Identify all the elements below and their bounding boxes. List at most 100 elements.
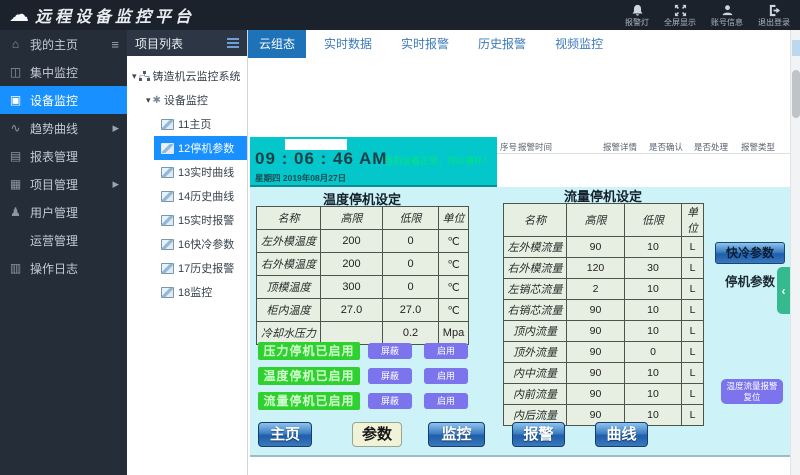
picture-icon bbox=[161, 143, 174, 154]
sidebar-item-operation-management[interactable]: 运营管理 bbox=[0, 226, 127, 254]
tree-item[interactable]: 17历史报警 bbox=[154, 256, 247, 280]
picture-icon bbox=[161, 287, 174, 298]
low-limit-cell[interactable]: 0 bbox=[625, 342, 682, 363]
unit-cell: L bbox=[682, 279, 704, 300]
low-limit-cell[interactable]: 30 bbox=[625, 258, 682, 279]
nav-params-button[interactable]: 参数 bbox=[352, 422, 402, 447]
tab-cloud-config[interactable]: 云组态 bbox=[248, 30, 306, 58]
mask-button[interactable]: 屏蔽 bbox=[368, 343, 412, 359]
arrow-right-icon: ▸ bbox=[112, 120, 119, 136]
param-name-cell: 顶内流量 bbox=[504, 321, 567, 342]
tab-realtime-alarm[interactable]: 实时报警 bbox=[390, 30, 460, 58]
tree-item-root[interactable]: ▾ 铸造机云监控系统 bbox=[127, 64, 247, 88]
tab-video-monitoring[interactable]: 视频监控 bbox=[544, 30, 614, 58]
high-limit-cell[interactable]: 90 bbox=[567, 300, 625, 321]
collapse-handle[interactable]: ‹ bbox=[777, 267, 790, 314]
high-limit-cell[interactable]: 300 bbox=[321, 276, 383, 299]
low-limit-cell[interactable]: 10 bbox=[625, 279, 682, 300]
sidebar-item-user-management[interactable]: ♟ 用户管理 bbox=[0, 198, 127, 226]
nav-alarm-button[interactable]: 报警 bbox=[512, 422, 565, 447]
main-content: 云组态 实时数据 实时报警 历史报警 视频监控 09 : 06 : 46 AM … bbox=[248, 30, 790, 475]
enable-button[interactable]: 启用 bbox=[424, 343, 468, 359]
low-limit-cell[interactable]: 27.0 bbox=[383, 299, 439, 322]
table-row: 顶模温度 300 0 ℃ bbox=[257, 276, 469, 299]
picture-icon bbox=[161, 263, 174, 274]
high-limit-cell[interactable]: 90 bbox=[567, 384, 625, 405]
project-tree: ▾ 铸造机云监控系统 ▾ ✱ 设备监控 11主页 12停机参数 13实时曲线 1… bbox=[127, 56, 247, 304]
shutdown-params-button[interactable]: 停机参数 bbox=[715, 272, 785, 292]
vertical-scrollbar[interactable] bbox=[790, 30, 800, 475]
param-name-cell: 顶外流量 bbox=[504, 342, 567, 363]
arrow-right-icon: ▸ bbox=[112, 176, 119, 192]
account-info-button[interactable]: 账号信息 bbox=[711, 4, 743, 27]
mask-button[interactable]: 屏蔽 bbox=[368, 393, 412, 409]
device-monitoring-icon: ▣ bbox=[8, 93, 23, 107]
quick-cool-params-button[interactable]: 快冷参数 bbox=[715, 242, 785, 264]
high-limit-cell[interactable]: 200 bbox=[321, 230, 383, 253]
high-limit-cell[interactable]: 90 bbox=[567, 342, 625, 363]
tab-history-alarm[interactable]: 历史报警 bbox=[467, 30, 537, 58]
param-name-cell: 柜内温度 bbox=[257, 299, 321, 322]
param-name-cell: 左销芯流量 bbox=[504, 279, 567, 300]
tab-bar: 云组态 实时数据 实时报警 历史报警 视频监控 bbox=[248, 30, 790, 58]
fullscreen-button[interactable]: 全屏显示 bbox=[664, 4, 696, 27]
high-limit-cell[interactable]: 90 bbox=[567, 321, 625, 342]
nav-curve-button[interactable]: 曲线 bbox=[595, 422, 648, 447]
tree-item[interactable]: 16快冷参数 bbox=[154, 232, 247, 256]
low-limit-cell[interactable]: 10 bbox=[625, 363, 682, 384]
scrollbar-thumb[interactable] bbox=[792, 70, 800, 118]
alarm-table: 序号 报警时间 报警详情 是否确认 是否处理 报警类型 bbox=[497, 137, 790, 187]
low-limit-cell[interactable]: 10 bbox=[625, 384, 682, 405]
high-limit-cell[interactable]: 90 bbox=[567, 363, 625, 384]
high-limit-cell[interactable]: 200 bbox=[321, 253, 383, 276]
header-low: 低限 bbox=[383, 207, 439, 230]
tree-item[interactable]: 14历史曲线 bbox=[154, 184, 247, 208]
temperature-interlock-row: 温度停机已启用 屏蔽 启用 bbox=[258, 367, 468, 385]
high-limit-cell[interactable]: 90 bbox=[567, 237, 625, 258]
high-limit-cell[interactable]: 120 bbox=[567, 258, 625, 279]
sidebar-item-central-monitoring[interactable]: ◫ 集中监控 bbox=[0, 58, 127, 86]
nav-monitor-button[interactable]: 监控 bbox=[428, 422, 485, 447]
sidebar-item-report-management[interactable]: ▤ 报表管理 bbox=[0, 142, 127, 170]
low-limit-cell[interactable]: 0 bbox=[383, 253, 439, 276]
low-limit-cell[interactable]: 0 bbox=[383, 276, 439, 299]
table-row: 右销芯流量 90 10 L bbox=[504, 300, 704, 321]
sidebar-item-home[interactable]: ⌂ 我的主页 ≡ bbox=[0, 30, 127, 58]
sidebar-item-label: 用户管理 bbox=[30, 204, 78, 221]
list-icon[interactable] bbox=[227, 38, 239, 48]
high-limit-cell[interactable]: 27.0 bbox=[321, 299, 383, 322]
tree-item[interactable]: 13实时曲线 bbox=[154, 160, 247, 184]
nav-home-button[interactable]: 主页 bbox=[258, 422, 312, 447]
clock-panel: 09 : 06 : 46 AM 星期四 2019年08月27日 当前设备正常，可… bbox=[250, 137, 497, 187]
sidebar-item-project-management[interactable]: ▦ 项目管理 ▸ bbox=[0, 170, 127, 198]
central-monitoring-icon: ◫ bbox=[8, 65, 23, 79]
logout-button[interactable]: 退出登录 bbox=[758, 4, 790, 27]
sidebar-item-label: 集中监控 bbox=[30, 64, 78, 81]
enable-button[interactable]: 启用 bbox=[424, 368, 468, 384]
tree-item-group[interactable]: ▾ ✱ 设备监控 bbox=[127, 88, 247, 112]
sidebar-item-trend-curve[interactable]: ∿ 趋势曲线 ▸ bbox=[0, 114, 127, 142]
high-limit-cell[interactable]: 2 bbox=[567, 279, 625, 300]
low-limit-cell[interactable]: 0 bbox=[383, 230, 439, 253]
tree-item[interactable]: 11主页 bbox=[154, 112, 247, 136]
sidebar-item-operation-log[interactable]: ▥ 操作日志 bbox=[0, 254, 127, 282]
tree-item[interactable]: 15实时报警 bbox=[154, 208, 247, 232]
caret-down-icon[interactable]: ▾ bbox=[132, 71, 137, 82]
caret-down-icon[interactable]: ▾ bbox=[146, 95, 151, 106]
hamburger-icon[interactable]: ≡ bbox=[111, 37, 119, 52]
mask-button[interactable]: 屏蔽 bbox=[368, 368, 412, 384]
low-limit-cell[interactable]: 10 bbox=[625, 321, 682, 342]
tree-item-selected[interactable]: 12停机参数 bbox=[154, 136, 247, 160]
enable-button[interactable]: 启用 bbox=[424, 393, 468, 409]
low-limit-cell[interactable]: 10 bbox=[625, 237, 682, 258]
sidebar-item-label: 操作日志 bbox=[30, 260, 78, 277]
sidebar-item-device-monitoring[interactable]: ▣ 设备监控 bbox=[0, 86, 127, 114]
temp-flow-alarm-reset-button[interactable]: 温度流量报警复位 bbox=[721, 379, 783, 404]
tab-realtime-data[interactable]: 实时数据 bbox=[313, 30, 383, 58]
tree-item-label: 11主页 bbox=[178, 116, 211, 132]
alarm-light-button[interactable]: 报警灯 bbox=[625, 4, 649, 27]
low-limit-cell[interactable]: 10 bbox=[625, 300, 682, 321]
picture-icon bbox=[161, 215, 174, 226]
unit-cell: L bbox=[682, 384, 704, 405]
tree-item[interactable]: 18监控 bbox=[154, 280, 247, 304]
